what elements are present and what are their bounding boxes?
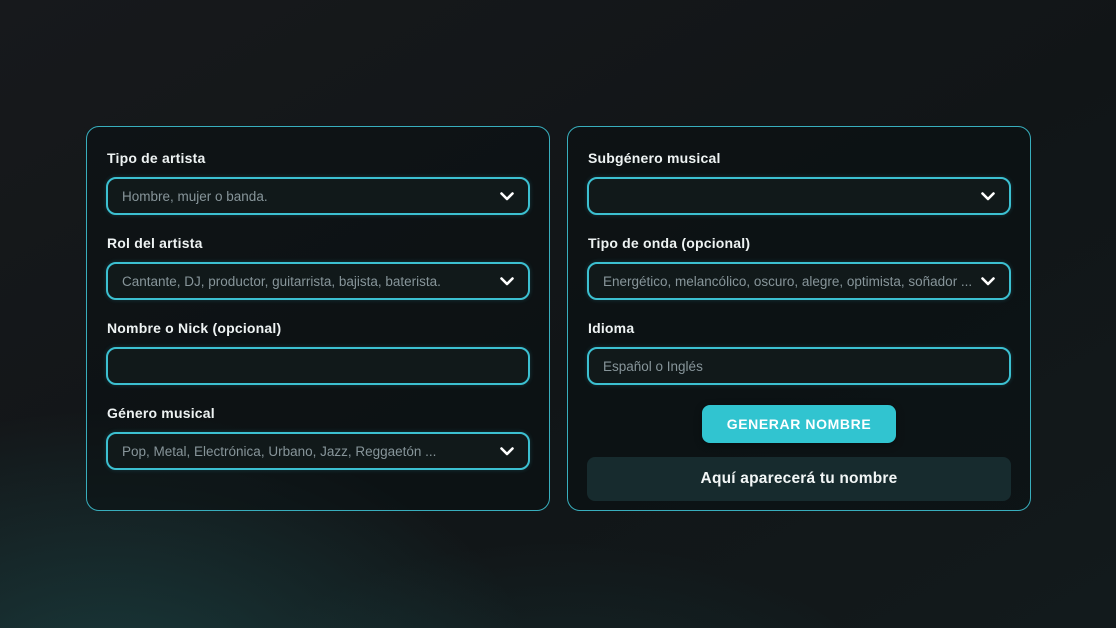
field-label-subgenero-musical: Subgénero musical xyxy=(588,150,1011,166)
chevron-down-icon xyxy=(500,277,514,286)
genero-musical-select[interactable]: Pop, Metal, Electrónica, Urbano, Jazz, R… xyxy=(106,432,530,470)
form-panel-right: Subgénero musical Tipo de onda (opcional… xyxy=(567,126,1031,511)
select-placeholder: Hombre, mujer o banda. xyxy=(122,189,268,204)
select-placeholder: Energético, melancólico, oscuro, alegre,… xyxy=(603,274,972,289)
form-panel-left: Tipo de artista Hombre, mujer o banda. R… xyxy=(86,126,550,511)
field-label-rol-del-artista: Rol del artista xyxy=(107,235,530,251)
field-group-nombre-nick: Nombre o Nick (opcional) xyxy=(106,320,530,385)
field-group-idioma: Idioma xyxy=(587,320,1011,385)
field-label-idioma: Idioma xyxy=(588,320,1011,336)
chevron-down-icon xyxy=(500,447,514,456)
field-label-tipo-de-artista: Tipo de artista xyxy=(107,150,530,166)
select-placeholder: Cantante, DJ, productor, guitarrista, ba… xyxy=(122,274,441,289)
chevron-down-icon xyxy=(981,277,995,286)
field-group-subgenero-musical: Subgénero musical xyxy=(587,150,1011,215)
field-label-tipo-de-onda: Tipo de onda (opcional) xyxy=(588,235,1011,251)
chevron-down-icon xyxy=(981,192,995,201)
select-placeholder: Pop, Metal, Electrónica, Urbano, Jazz, R… xyxy=(122,444,436,459)
tipo-de-onda-select[interactable]: Energético, melancólico, oscuro, alegre,… xyxy=(587,262,1011,300)
generate-button-row: GENERAR NOMBRE xyxy=(587,405,1011,443)
field-group-tipo-de-artista: Tipo de artista Hombre, mujer o banda. xyxy=(106,150,530,215)
subgenero-musical-select[interactable] xyxy=(587,177,1011,215)
nombre-nick-input[interactable] xyxy=(106,347,530,385)
idioma-input[interactable] xyxy=(587,347,1011,385)
chevron-down-icon xyxy=(500,192,514,201)
generar-nombre-button[interactable]: GENERAR NOMBRE xyxy=(702,405,897,443)
page-background: Tipo de artista Hombre, mujer o banda. R… xyxy=(0,0,1116,628)
field-label-genero-musical: Género musical xyxy=(107,405,530,421)
rol-del-artista-select[interactable]: Cantante, DJ, productor, guitarrista, ba… xyxy=(106,262,530,300)
generated-name-result-box: Aquí aparecerá tu nombre xyxy=(587,457,1011,501)
field-group-rol-del-artista: Rol del artista Cantante, DJ, productor,… xyxy=(106,235,530,300)
tipo-de-artista-select[interactable]: Hombre, mujer o banda. xyxy=(106,177,530,215)
generated-name-placeholder-text: Aquí aparecerá tu nombre xyxy=(701,470,898,488)
field-label-nombre-nick: Nombre o Nick (opcional) xyxy=(107,320,530,336)
field-group-genero-musical: Género musical Pop, Metal, Electrónica, … xyxy=(106,405,530,470)
field-group-tipo-de-onda: Tipo de onda (opcional) Energético, mela… xyxy=(587,235,1011,300)
